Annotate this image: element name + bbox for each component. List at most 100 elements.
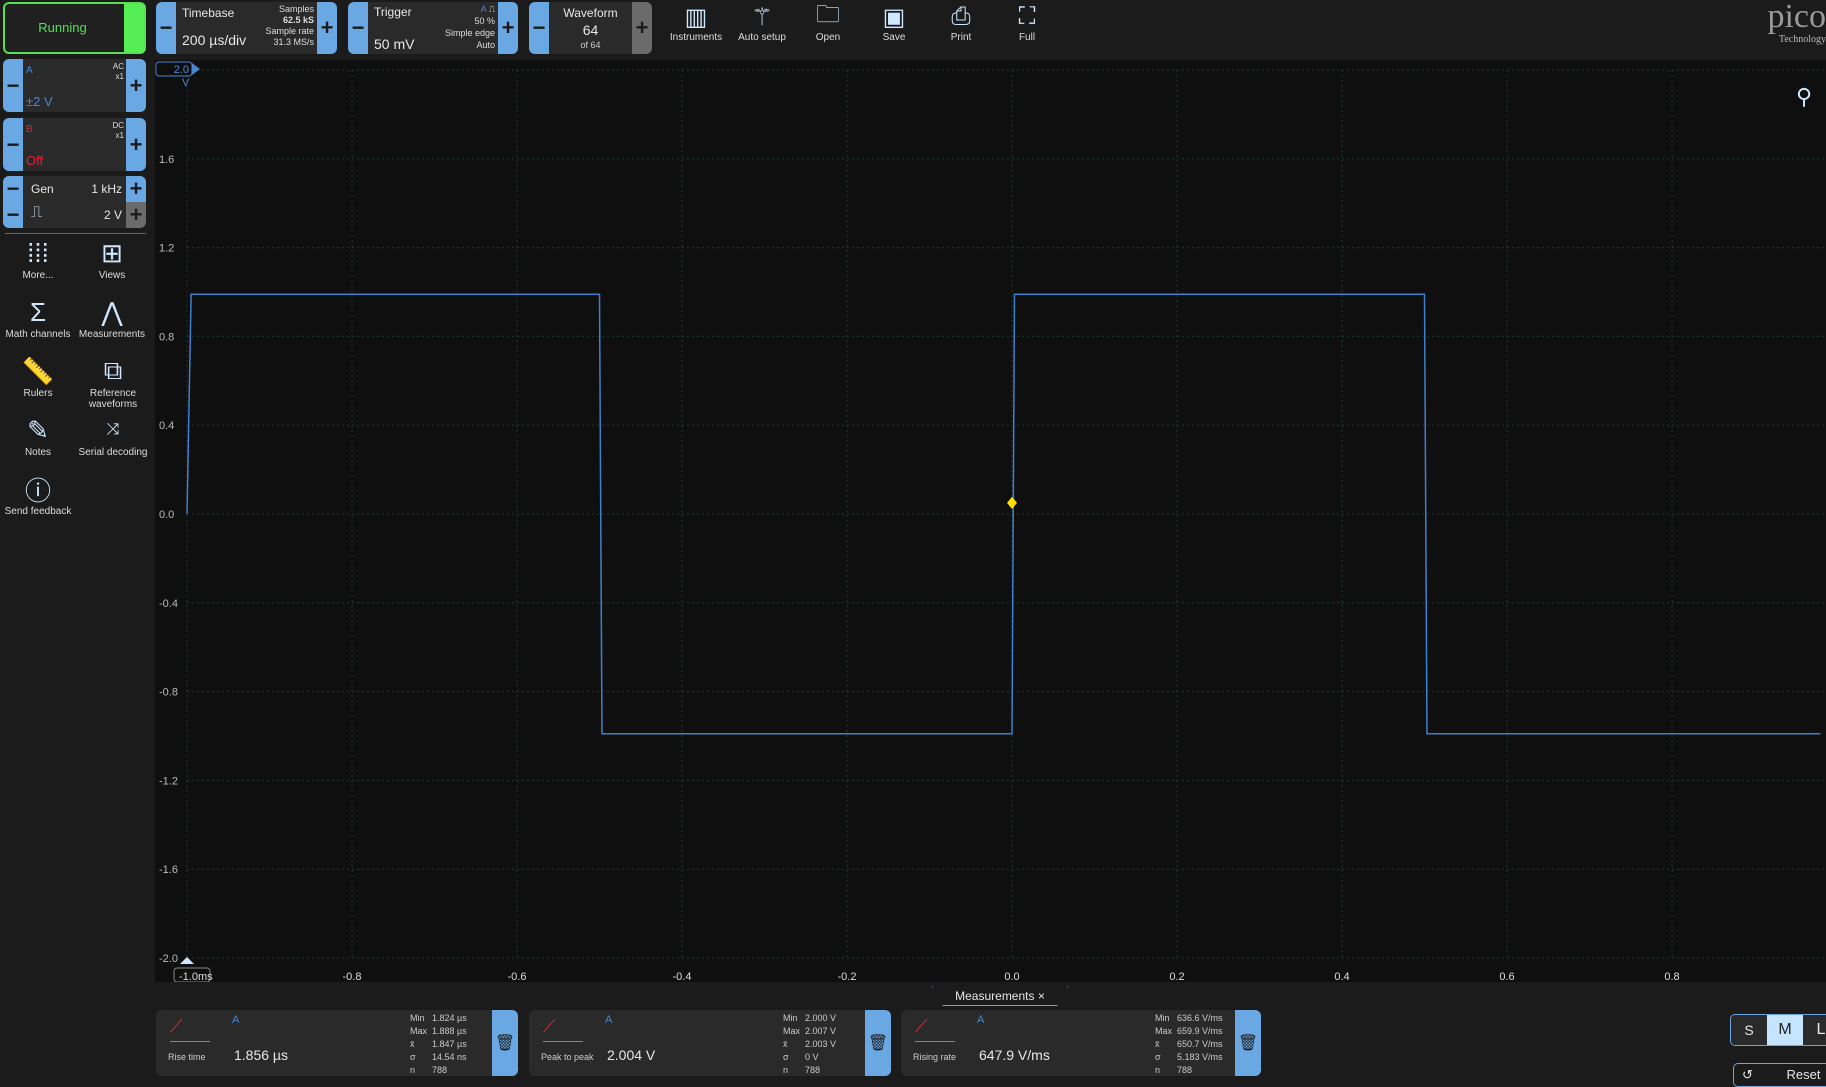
measurement-card[interactable]: ⟋ A Peak to peak 2.004 V Min 2.000 V Max 2.…	[529, 1010, 891, 1076]
instruments-label: Instruments	[669, 32, 723, 43]
x-tick-label: -1.0ms	[179, 971, 213, 982]
samples-value: 62.5 kS	[282, 15, 314, 25]
size-s-button[interactable]: S	[1731, 1015, 1767, 1045]
sidebar-item-math-channels[interactable]: Σ Math channels	[0, 295, 76, 341]
run-indicator	[124, 4, 144, 52]
sample-rate-value: 31.3 MS/s	[273, 37, 314, 47]
timebase-plus-button[interactable]: +	[317, 2, 337, 54]
delete-measurement-button[interactable]: 🗑	[492, 1010, 518, 1076]
channel-b-probe: x1	[115, 131, 124, 140]
sidebar-label: More...	[22, 270, 54, 281]
stat-sd: 5.183 V/ms	[1177, 1052, 1223, 1062]
print-button[interactable]: ⎙ Print	[928, 2, 994, 43]
gen-freq-plus-button[interactable]: +	[126, 176, 146, 202]
measurements-tab[interactable]: Measurements ×	[932, 986, 1068, 1006]
compass-icon: ⋀	[101, 296, 123, 327]
waveform-label: Waveform	[563, 6, 618, 20]
stat-label: Min	[410, 1013, 425, 1023]
sidebar-label: Views	[98, 270, 126, 281]
stat-max: 2.007 V	[805, 1026, 837, 1036]
gen-freq-minus-button[interactable]: −	[3, 176, 23, 202]
gen-amp-plus-button[interactable]: +	[126, 202, 146, 228]
trigger-type: Simple edge	[444, 28, 495, 38]
trash-icon: 🗑	[494, 1035, 516, 1052]
notes-icon: ✎	[27, 414, 49, 445]
channel-a-minus-button[interactable]: −	[3, 59, 23, 112]
print-label: Print	[950, 32, 972, 43]
measurement-channel: A	[605, 1014, 613, 1026]
size-m-button[interactable]: M	[1767, 1015, 1803, 1045]
channel-b-plus-button[interactable]: +	[126, 118, 146, 171]
rising-edge-icon: ⎍	[488, 4, 495, 14]
trigger-plus-button[interactable]: +	[498, 2, 518, 54]
channel-a-plus-button[interactable]: +	[126, 59, 146, 112]
stat-label: n	[783, 1065, 789, 1075]
save-button[interactable]: ▣ Save	[861, 2, 927, 44]
stat-n: 788	[432, 1065, 448, 1075]
sidebar-item-views[interactable]: ⊞ Views	[74, 236, 150, 282]
channel-b-minus-button[interactable]: −	[3, 118, 23, 171]
run-button[interactable]: Running	[3, 2, 146, 54]
scope-plot[interactable]: 2.0 V 1.6 1.2 0.8 0.4 0.0 -0.4 -0.8 -1.2 -1.6 -2.0-…	[155, 60, 1826, 983]
timebase-minus-button[interactable]: −	[156, 2, 176, 54]
size-l-button[interactable]: L	[1803, 1015, 1826, 1045]
save-label: Save	[882, 32, 906, 43]
reset-button[interactable]: ↺ Reset	[1733, 1063, 1826, 1087]
x-tick-label: 0.0	[1004, 971, 1019, 982]
stat-label: x̄	[1155, 1039, 1160, 1049]
delete-measurement-button[interactable]: 🗑	[1235, 1010, 1261, 1076]
measurement-value: 1.856 µs	[234, 1047, 288, 1063]
trigger-control: − Trigger 50 mV A ⎍ 50 % Simple edge Aut…	[348, 2, 518, 54]
channel-a-range[interactable]: ±2 V	[26, 94, 53, 109]
sidebar-item-reference-waveforms[interactable]: ⧉ Reference waveforms	[74, 354, 152, 410]
gen-amp-minus-button[interactable]: −	[3, 202, 23, 228]
measurement-name: Peak to peak	[541, 1052, 594, 1062]
zoom-icon[interactable]: ⚲	[1796, 84, 1812, 110]
channel-a-coupling: AC	[112, 62, 124, 71]
stat-label: Min	[1155, 1013, 1170, 1023]
trigger-channel: A	[480, 4, 487, 14]
pico-logo: pico Technology	[1767, 0, 1826, 45]
open-label: Open	[815, 32, 841, 43]
open-button[interactable]: 🗀 Open	[795, 1, 861, 44]
save-icon: ▣	[882, 3, 906, 31]
measurement-card[interactable]: ⟋ A Rising rate 647.9 V/ms Min 636.6 V/ms…	[901, 1010, 1261, 1076]
channel-b-name: B	[26, 124, 33, 135]
y-tick-label: -2.0	[159, 953, 178, 965]
measurement-card[interactable]: ⟋ A Rise time 1.856 µs Min 1.824 µs Max 1.8…	[156, 1010, 518, 1076]
waveform-minus-button[interactable]: −	[529, 2, 549, 54]
stat-min: 636.6 V/ms	[1177, 1013, 1223, 1023]
sidebar-item-serial-decoding[interactable]: ⤨ Serial decoding	[74, 413, 152, 458]
stat-sd: 0 V	[805, 1052, 819, 1062]
sidebar-item-send-feedback[interactable]: ⓘ Send feedback	[0, 472, 76, 518]
sidebar-label: Notes	[24, 447, 52, 458]
trigger-value[interactable]: 50 mV	[374, 36, 414, 52]
timebase-value[interactable]: 200 µs/div	[182, 32, 246, 48]
auto-setup-button[interactable]: ⚚ Auto setup	[729, 2, 795, 44]
dots-grid-icon: ⁞⁞⁞	[27, 237, 49, 268]
y-tick-label: -0.8	[159, 687, 178, 699]
y-tick-label: 1.2	[159, 243, 174, 255]
waveform-plus-button[interactable]: +	[632, 2, 652, 54]
measurement-type-icon: ⟋	[915, 1016, 955, 1042]
gen-frequency[interactable]: 1 kHz	[87, 176, 126, 202]
sidebar-item-measurements[interactable]: ⋀ Measurements	[74, 295, 150, 341]
measurements-tab-label: Measurements	[955, 989, 1035, 1003]
channel-b-range[interactable]: Off	[26, 153, 43, 168]
waveform-value[interactable]: 64	[549, 22, 632, 38]
delete-measurement-button[interactable]: 🗑	[865, 1010, 891, 1076]
stat-min: 2.000 V	[805, 1013, 837, 1023]
sidebar-item-more[interactable]: ⁞⁞⁞ More...	[0, 236, 76, 282]
scope-plot-svg: 2.0V1.61.20.80.40.0-0.4-0.8-1.2-1.6-2.0-…	[155, 61, 1826, 983]
close-icon[interactable]: ×	[1038, 989, 1045, 1003]
stat-max: 659.9 V/ms	[1177, 1026, 1223, 1036]
stat-n: 788	[805, 1065, 821, 1075]
sidebar-item-rulers[interactable]: 📏 Rulers	[0, 354, 76, 400]
full-button[interactable]: ⛶ Full	[994, 2, 1060, 43]
trigger-minus-button[interactable]: −	[348, 2, 368, 54]
sidebar-item-notes[interactable]: ✎ Notes	[0, 413, 76, 459]
instruments-button[interactable]: ▥ Instruments	[663, 2, 729, 44]
y-tick-label: 1.6	[159, 154, 174, 166]
generator-control: − Gen 1 kHz + − ⎍ 2 V +	[3, 176, 146, 228]
gen-amplitude[interactable]: 2 V	[100, 202, 126, 228]
